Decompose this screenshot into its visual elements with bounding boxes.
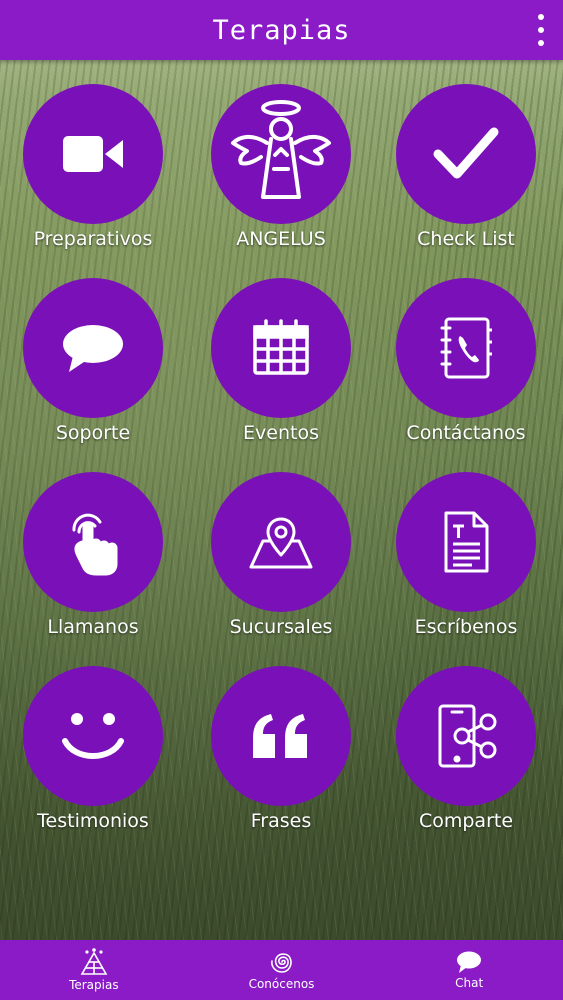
tile-label: Eventos — [243, 422, 319, 444]
tile-angelus[interactable]: ANGELUS — [188, 84, 374, 264]
tile-label: Check List — [417, 228, 515, 250]
tile-label: Soporte — [55, 422, 131, 444]
tile-label: Testimonios — [37, 810, 149, 832]
tile-label: Llamanos — [47, 616, 139, 638]
tile-eventos[interactable]: Eventos — [188, 278, 374, 458]
tile-contactanos[interactable]: Contáctanos — [373, 278, 559, 458]
tile-label: Contáctanos — [406, 422, 526, 444]
tile-soporte[interactable]: Soporte — [0, 278, 186, 458]
chat-bubble-icon — [457, 951, 482, 973]
checkmark-icon — [433, 127, 499, 179]
tile-comparte[interactable]: Comparte — [373, 666, 559, 846]
tile-label: Sucursales — [229, 616, 333, 638]
nav-label: Chat — [455, 976, 484, 990]
calendar-icon — [253, 319, 309, 375]
nav-chat[interactable]: Chat — [375, 940, 563, 1000]
nav-conocenos[interactable]: Conócenos — [188, 940, 376, 1000]
tile-escribenos[interactable]: Escríbenos — [373, 472, 559, 652]
tile-sucursales[interactable]: Sucursales — [188, 472, 374, 652]
contact-book-icon — [440, 317, 492, 379]
tile-label: ANGELUS — [236, 228, 326, 250]
app-bar: Terapias — [0, 0, 563, 60]
tile-check-list[interactable]: Check List — [373, 84, 559, 264]
bottom-nav: Terapias Conócenos Chat — [0, 940, 563, 1000]
map-pin-icon — [249, 517, 313, 569]
angel-icon — [231, 100, 331, 199]
spiral-icon — [270, 953, 292, 973]
document-icon — [444, 511, 489, 573]
touch-hand-icon — [72, 513, 118, 576]
pyramid-icon — [80, 948, 108, 975]
phone-share-icon — [438, 704, 497, 768]
tile-frases[interactable]: Frases — [188, 666, 374, 846]
nav-terapias[interactable]: Terapias — [0, 940, 188, 1000]
more-vert-icon[interactable] — [537, 14, 545, 46]
video-camera-icon — [63, 136, 123, 172]
nav-label: Terapias — [69, 978, 119, 992]
smile-icon — [62, 713, 124, 759]
tile-testimonios[interactable]: Testimonios — [0, 666, 186, 846]
tile-preparativos[interactable]: Preparativos — [0, 84, 186, 264]
tile-label: Preparativos — [33, 228, 153, 250]
tile-llamanos[interactable]: Llamanos — [0, 472, 186, 652]
tile-label: Comparte — [418, 810, 514, 832]
quote-icon — [253, 714, 307, 758]
nav-label: Conócenos — [248, 977, 315, 991]
chat-bubble-icon — [63, 325, 123, 372]
page-title: Terapias — [212, 14, 351, 46]
tile-label: Frases — [250, 810, 312, 832]
tile-label: Escríbenos — [414, 616, 518, 638]
